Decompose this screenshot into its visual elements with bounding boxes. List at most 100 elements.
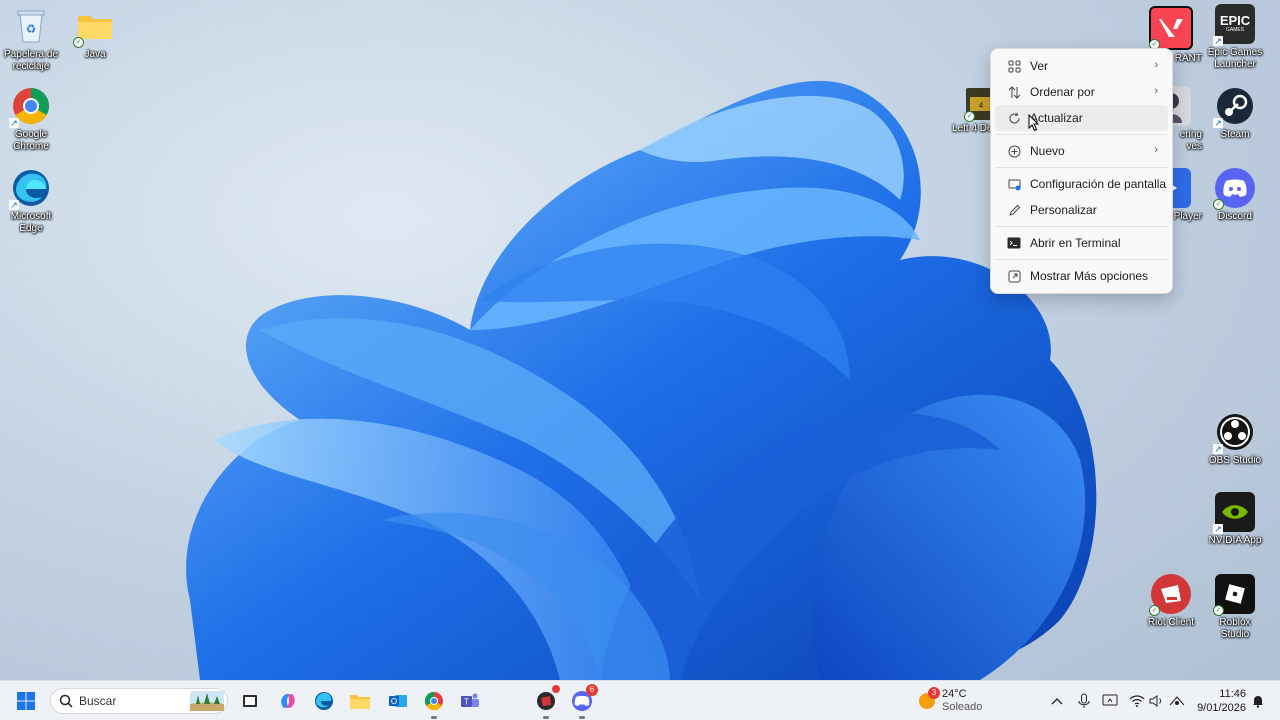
search-icon: [59, 694, 73, 708]
tray-show-hidden-icons[interactable]: [1047, 691, 1067, 711]
folder-icon: ✓: [73, 6, 115, 48]
svg-text:O: O: [391, 697, 397, 706]
menu-separator: [995, 167, 1168, 168]
menu-item-abrir-terminal[interactable]: Abrir en Terminal: [995, 230, 1168, 256]
display-settings-icon: [1007, 177, 1021, 191]
desktop-icon-riot-client[interactable]: ✓ Riot Client: [1140, 574, 1202, 629]
notification-bell-icon: [1253, 696, 1263, 708]
desktop-context-menu: Ver › Ordenar por › Actualizar Nuevo › C…: [990, 48, 1173, 294]
desktop-icon-label: NVIDIA App: [1208, 535, 1262, 546]
sync-check-icon: ✓: [1213, 605, 1224, 616]
tray-battery-saver[interactable]: [1167, 691, 1187, 711]
taskbar-discord[interactable]: 6: [568, 684, 598, 719]
tray-app-icon[interactable]: [1100, 691, 1120, 711]
taskbar-weather-widget[interactable]: 3 24°C Soleado: [918, 685, 982, 717]
menu-separator: [995, 259, 1168, 260]
svg-text:T: T: [464, 698, 469, 707]
desktop-icon-java[interactable]: ✓ Java: [64, 6, 126, 61]
menu-item-actualizar[interactable]: Actualizar: [995, 105, 1168, 131]
desktop-icon-nvidia-app[interactable]: ↗ NVIDIA App: [1204, 492, 1266, 547]
menu-item-label: Ver: [1030, 59, 1049, 73]
menu-item-label: Configuración de pantalla: [1030, 177, 1167, 191]
desktop-icon-steam[interactable]: ↗ Steam: [1204, 86, 1266, 141]
start-button[interactable]: [12, 687, 40, 715]
desktop[interactable]: ♻ Papelera de reciclaje ✓ Java ↗ Google …: [0, 0, 1280, 720]
epic-logo-text: EPIC: [1219, 13, 1251, 28]
mouse-cursor-icon: [1028, 114, 1040, 132]
clock-time: 11:46: [1219, 688, 1246, 700]
chevron-right-icon: ›: [1154, 144, 1158, 156]
wifi-icon: [1129, 695, 1145, 707]
task-view-icon: [243, 695, 257, 707]
desktop-icon-recycle-bin[interactable]: ♻ Papelera de reciclaje: [0, 6, 62, 73]
taskbar-search-box[interactable]: Buscar: [50, 688, 228, 714]
edge-icon: [315, 692, 333, 710]
taskbar-clock[interactable]: 11:46 9/01/2026: [1196, 687, 1246, 715]
desktop-icon-label: Roblox Studio: [1219, 617, 1251, 640]
running-indicator: [431, 716, 437, 719]
obs-icon: ↗: [1213, 412, 1255, 454]
taskbar-task-view[interactable]: [236, 687, 264, 715]
menu-item-nuevo[interactable]: Nuevo ›: [995, 138, 1168, 164]
menu-separator: [995, 226, 1168, 227]
shortcut-arrow-icon: ↗: [1213, 444, 1223, 454]
desktop-icon-roblox-studio[interactable]: ✓ Roblox Studio: [1204, 574, 1266, 641]
desktop-icon-label: Microsoft Edge: [10, 211, 52, 234]
menu-item-ordenar-por[interactable]: Ordenar por ›: [995, 79, 1168, 105]
shortcut-arrow-icon: ↗: [9, 118, 19, 128]
outlook-icon: O: [389, 695, 407, 707]
sync-check-icon: ✓: [73, 37, 84, 48]
taskbar-teams[interactable]: T: [456, 687, 484, 715]
grid-view-icon: [1007, 59, 1021, 73]
svg-text:♻: ♻: [26, 22, 37, 36]
pencil-icon: [1007, 203, 1021, 217]
discord-icon: ✓: [1213, 168, 1255, 210]
running-indicator: [579, 716, 585, 719]
desktop-icon-obs-studio[interactable]: ↗ OBS Studio: [1204, 412, 1266, 467]
shortcut-arrow-icon: ↗: [1213, 524, 1223, 534]
taskbar-file-explorer[interactable]: [346, 687, 374, 715]
weather-alert-badge: 3: [928, 687, 940, 699]
riot-client-icon: ✓: [1149, 574, 1191, 616]
taskbar-riot-client[interactable]: [532, 685, 560, 719]
desktop-icon-discord[interactable]: ✓ Discord: [1204, 168, 1266, 223]
sync-check-icon: ✓: [1213, 199, 1224, 210]
desktop-icon-epic-games[interactable]: EPIC GAMES ↗ Epic Games Launcher: [1204, 4, 1266, 71]
menu-item-mostrar-mas-opciones[interactable]: Mostrar Más opciones: [995, 263, 1168, 289]
search-highlight-art-icon: [190, 691, 224, 711]
microphone-icon: [1078, 693, 1090, 708]
tray-wifi[interactable]: [1127, 691, 1147, 711]
desktop-icon-label: Google Chrome: [13, 129, 49, 152]
notification-dot: [552, 685, 560, 693]
tray-notifications[interactable]: [1248, 691, 1268, 711]
desktop-icon-label: Steam: [1220, 129, 1250, 140]
taskbar-chrome[interactable]: [420, 687, 448, 719]
shortcut-arrow-icon: ↗: [9, 200, 19, 210]
epic-games-icon: EPIC GAMES ↗: [1213, 4, 1255, 46]
weather-temperature: 24°C: [942, 688, 967, 700]
desktop-icon-microsoft-edge[interactable]: ↗ Microsoft Edge: [0, 168, 62, 235]
menu-item-label: Personalizar: [1030, 203, 1097, 217]
taskbar-copilot[interactable]: [274, 687, 302, 715]
taskbar-edge[interactable]: [310, 687, 338, 715]
menu-item-label: Ordenar por: [1030, 85, 1095, 99]
weather-condition: Soleado: [942, 701, 983, 713]
terminal-icon: [1007, 236, 1021, 250]
chrome-icon: ↗: [9, 86, 51, 128]
shortcut-arrow-icon: ↗: [1213, 36, 1223, 46]
teams-icon: T: [461, 693, 479, 707]
sort-icon: [1007, 85, 1021, 99]
valorant-icon: ✓: [1149, 6, 1193, 50]
menu-item-label: Mostrar Más opciones: [1030, 269, 1149, 283]
tray-microphone[interactable]: [1074, 691, 1094, 711]
more-options-icon: [1007, 269, 1021, 283]
menu-item-configuracion-pantalla[interactable]: Configuración de pantalla: [995, 171, 1168, 197]
clock-date: 9/01/2026: [1197, 702, 1246, 714]
desktop-icon-label: OBS Studio: [1208, 455, 1262, 466]
tray-volume[interactable]: [1147, 691, 1167, 711]
desktop-icon-google-chrome[interactable]: ↗ Google Chrome: [0, 86, 62, 153]
menu-item-ver[interactable]: Ver ›: [995, 53, 1168, 79]
windows-logo-icon: [17, 692, 35, 710]
taskbar-outlook[interactable]: O: [384, 687, 412, 715]
menu-item-personalizar[interactable]: Personalizar: [995, 197, 1168, 223]
